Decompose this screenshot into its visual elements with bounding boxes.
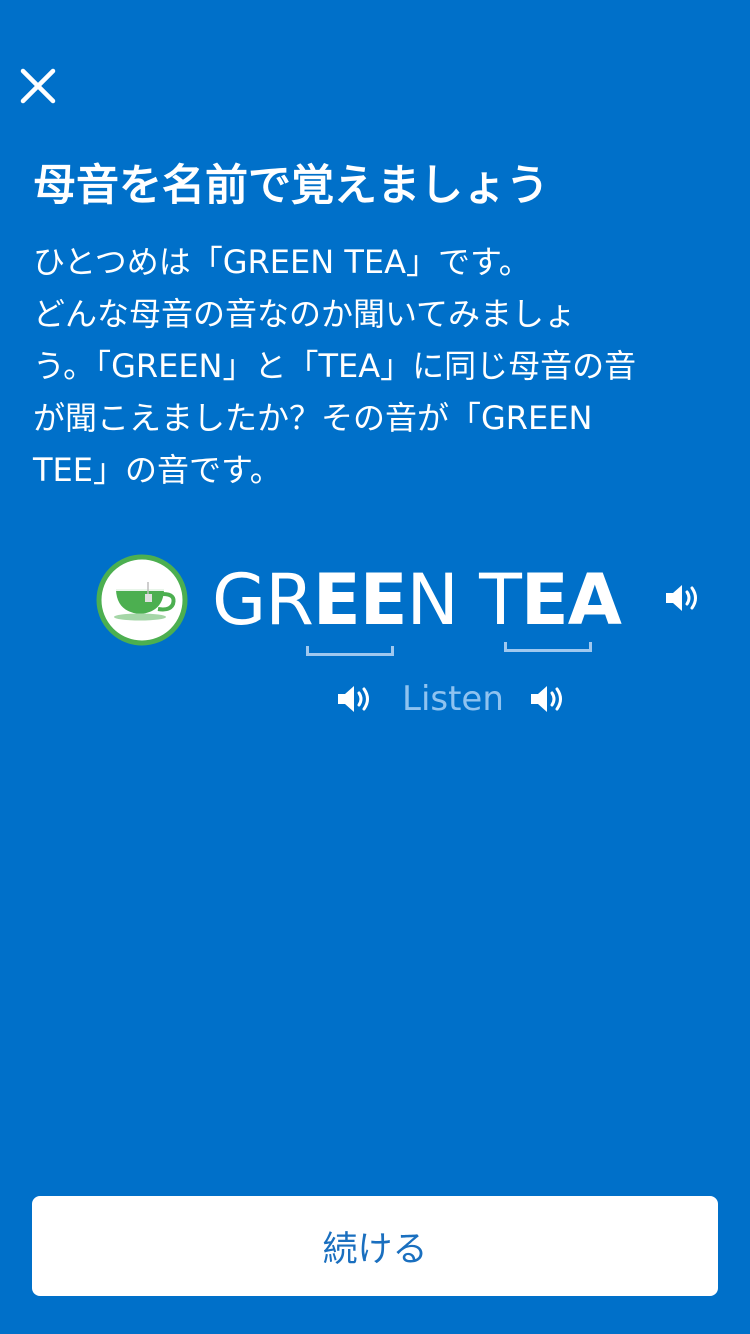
- instruction-line: ひとつめは「GREEN TEA」です。: [33, 243, 531, 281]
- listen-controls: Listen: [0, 676, 750, 726]
- instruction-line: TEE」の音です。: [33, 451, 282, 489]
- page-title: 母音を名前で覚えましょう: [33, 161, 549, 211]
- word-card: GREEN TEA: [0, 548, 750, 668]
- speaker-icon[interactable]: [664, 582, 700, 614]
- green-tea-cup-icon: [96, 554, 188, 646]
- listen-button[interactable]: Listen: [402, 676, 504, 722]
- word-part: N T: [406, 559, 522, 641]
- continue-button[interactable]: 続ける: [32, 1196, 718, 1296]
- vowel-underline-1: [306, 646, 394, 656]
- close-button[interactable]: [14, 62, 62, 110]
- continue-label: 続ける: [322, 1229, 428, 1270]
- vowel-part-2: EA: [520, 559, 622, 641]
- vowel-underline-2: [504, 642, 592, 652]
- instruction-line: どんな母音の音なのか聞いてみましょ: [33, 295, 577, 333]
- instruction-line: が聞こえましたか？その音が「GREEN: [33, 399, 593, 437]
- close-icon: [20, 68, 56, 104]
- speaker-icon[interactable]: [336, 683, 372, 715]
- target-word: GREEN TEA: [212, 554, 622, 646]
- word-part: GR: [212, 559, 314, 641]
- instruction-text: ひとつめは「GREEN TEA」です。 どんな母音の音なのか聞いてみましょ う。…: [33, 236, 723, 496]
- vowel-part-1: EE: [312, 559, 408, 641]
- instruction-line: う。「GREEN」と「TEA」に同じ母音の音: [33, 347, 637, 385]
- speaker-icon[interactable]: [529, 683, 565, 715]
